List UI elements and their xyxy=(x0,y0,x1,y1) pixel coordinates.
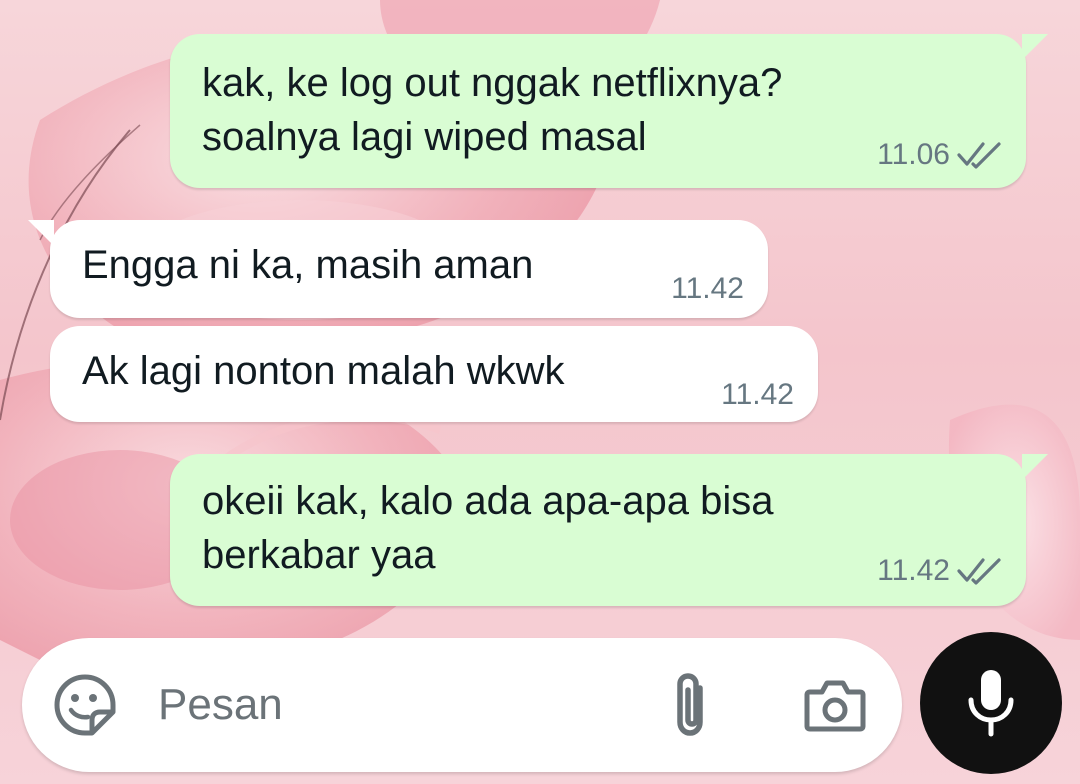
message-bubble-incoming[interactable]: Ak lagi nonton malah wkwk 11.42 xyxy=(50,326,818,422)
bubble-tail xyxy=(1022,454,1048,480)
message-input[interactable]: Pesan xyxy=(158,680,283,730)
sticker-emoji-icon[interactable] xyxy=(52,672,118,738)
message-time: 11.42 xyxy=(671,272,744,305)
message-text-line: soalnya lagi wiped masal xyxy=(202,115,647,159)
message-text-line: berkabar yaa xyxy=(202,533,436,577)
message-meta: 11.42 xyxy=(877,554,1002,588)
message-time: 11.42 xyxy=(877,554,950,587)
message-meta: 11.06 xyxy=(877,138,1002,172)
message-bubble-outgoing[interactable]: kak, ke log out nggak netflixnya? soalny… xyxy=(170,34,1048,188)
message-text: Ak lagi nonton malah wkwk xyxy=(82,349,565,393)
microphone-icon xyxy=(968,670,1014,737)
message-meta: 11.42 xyxy=(721,378,794,412)
message-time: 11.06 xyxy=(877,138,950,171)
message-meta: 11.42 xyxy=(671,272,744,306)
message-time: 11.42 xyxy=(721,378,794,411)
camera-icon[interactable] xyxy=(802,672,868,738)
double-check-icon xyxy=(957,142,1001,169)
bubble-tail xyxy=(1022,34,1048,60)
message-bubble-outgoing[interactable]: okeii kak, kalo ada apa-apa bisa berkaba… xyxy=(170,454,1048,606)
bubble-tail xyxy=(28,220,54,246)
message-text-line: kak, ke log out nggak netflixnya? xyxy=(202,61,783,105)
message-text: Engga ni ka, masih aman xyxy=(82,243,534,287)
message-composer[interactable]: Pesan xyxy=(22,638,902,772)
paperclip-icon[interactable] xyxy=(662,668,718,744)
message-bubble-incoming[interactable]: Engga ni ka, masih aman 11.42 xyxy=(28,220,768,318)
voice-record-button[interactable] xyxy=(920,632,1062,774)
double-check-icon xyxy=(957,558,1001,585)
message-text-line: okeii kak, kalo ada apa-apa bisa xyxy=(202,479,774,523)
